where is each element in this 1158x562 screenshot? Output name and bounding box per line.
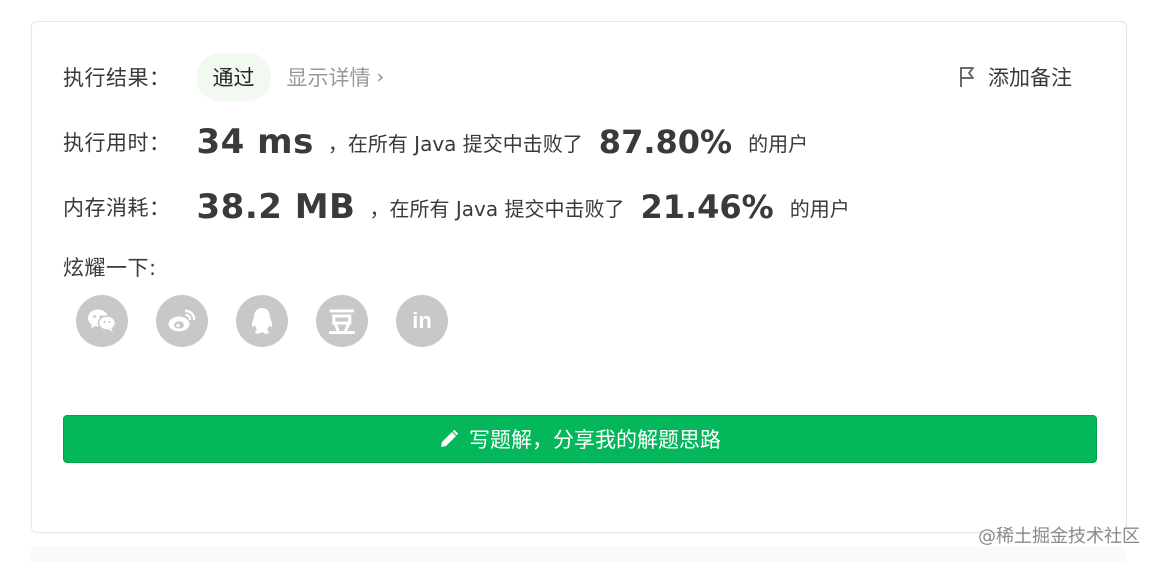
write-solution-label: 写题解，分享我的解题思路 [469, 428, 721, 452]
runtime-row: 执行用时： 34 ms ，在所有 Java 提交中击败了 87.80% 的用户 [63, 118, 808, 166]
weibo-glyph [168, 309, 196, 332]
qq-icon[interactable] [236, 295, 288, 347]
show-details-label: 显示详情 [286, 66, 371, 90]
result-label: 执行结果： [63, 66, 171, 90]
douban-glyph: 豆 [327, 306, 356, 339]
weibo-icon[interactable] [156, 295, 208, 347]
pencil-icon [441, 429, 459, 447]
share-label: 炫耀一下: [63, 256, 157, 280]
submission-result-card: 执行结果： 通过 显示详情 › 添加备注 执行用时： 34 ms ，在所有 Ja… [31, 21, 1127, 533]
show-details-link[interactable]: 显示详情 › [287, 62, 385, 92]
douban-icon[interactable]: 豆 [316, 295, 368, 347]
runtime-tail: 的用户 [748, 131, 809, 156]
memory-value: 38.2 MB [196, 187, 356, 227]
qq-glyph [251, 308, 273, 334]
chevron-right-icon: › [376, 66, 385, 88]
memory-label: 内存消耗： [63, 196, 171, 220]
wechat-glyph [88, 309, 117, 332]
flag-icon [960, 67, 974, 87]
share-icons: 豆 in [76, 295, 448, 347]
linkedin-icon[interactable]: in [396, 295, 448, 347]
memory-percent: 21.46% [640, 188, 774, 226]
memory-row: 内存消耗： 38.2 MB ，在所有 Java 提交中击败了 21.46% 的用… [63, 184, 850, 230]
runtime-percent: 87.80% [598, 123, 733, 161]
status-badge: 通过 [196, 53, 271, 101]
memory-tail: 的用户 [789, 196, 850, 221]
add-note-label: 添加备注 [988, 66, 1072, 90]
runtime-mid-text: ，在所有 Java 提交中击败了 [327, 131, 583, 156]
result-row: 执行结果： 通过 显示详情 › [63, 53, 385, 101]
wechat-icon[interactable] [76, 295, 128, 347]
runtime-value: 34 ms [196, 122, 314, 162]
write-solution-button[interactable]: 写题解，分享我的解题思路 [63, 415, 1097, 463]
share-row: 炫耀一下: [63, 252, 157, 282]
add-note-button[interactable]: 添加备注 [958, 62, 1072, 92]
runtime-label: 执行用时： [63, 131, 171, 155]
watermark: @稀土掘金技术社区 [978, 526, 1140, 547]
memory-mid-text: ，在所有 Java 提交中击败了 [369, 196, 625, 221]
linkedin-glyph: in [412, 308, 432, 333]
bottom-strip [31, 546, 1125, 562]
